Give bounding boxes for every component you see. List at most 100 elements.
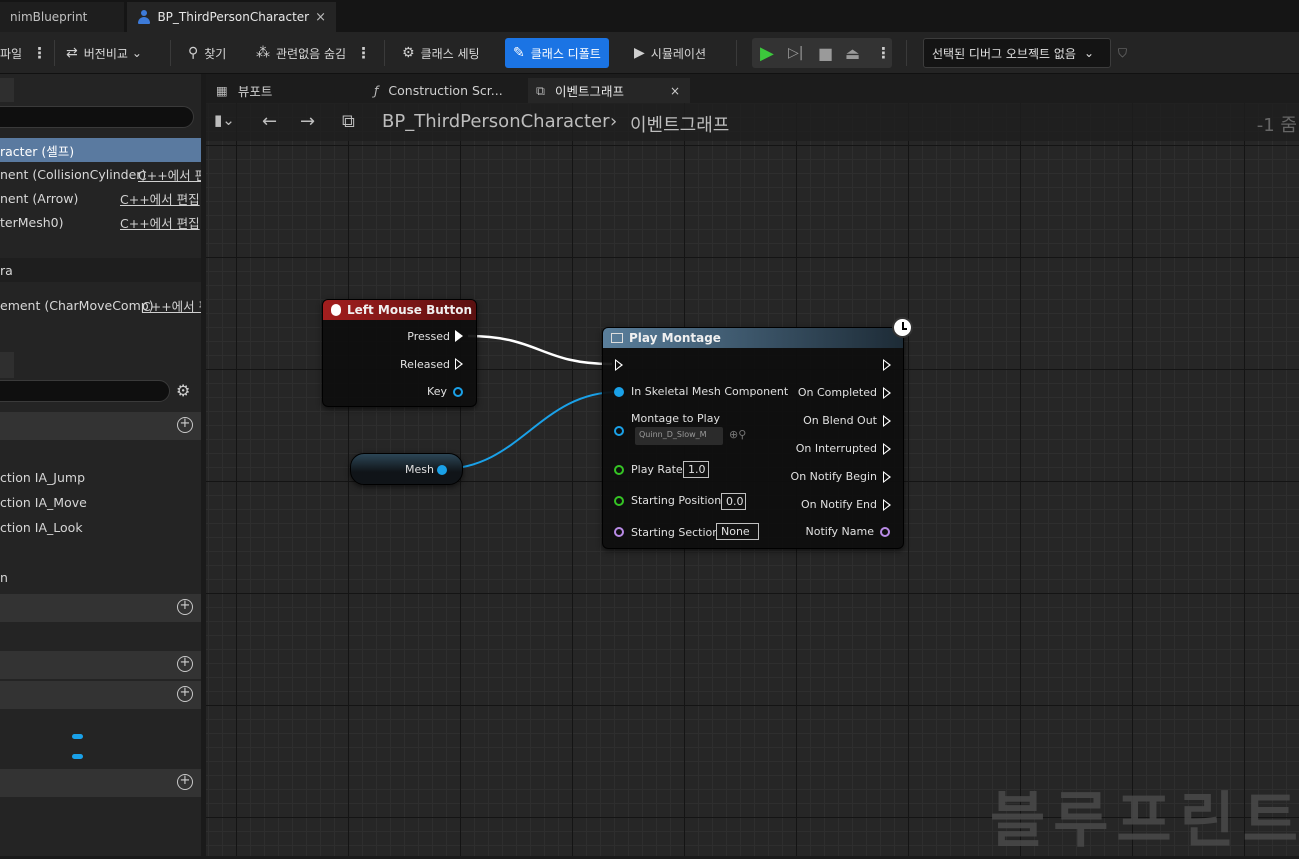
edit-in-cpp-link[interactable]: C++에서 편집: [120, 189, 200, 208]
montage-pin[interactable]: [614, 426, 624, 436]
component-label: ement (CharMoveComp): [0, 297, 154, 313]
hide-unrelated-button[interactable]: ⁂ 관련없음 숨김 ⋮: [256, 38, 371, 68]
component-row-camera[interactable]: ra: [0, 258, 201, 282]
tab-construction-script[interactable]: ƒ Construction Scr...: [366, 78, 511, 103]
pin-label-starting-section: Starting Section: [631, 526, 720, 539]
add-icon[interactable]: +: [177, 774, 193, 790]
tab-label: Construction Scr...: [388, 83, 503, 98]
left-mouse-button-event-node[interactable]: Left Mouse Button Pressed Released Key: [322, 299, 477, 407]
add-icon[interactable]: +: [177, 656, 193, 672]
component-row-capsule[interactable]: nent (CollisionCylinder) C++에서 편: [0, 162, 201, 186]
eject-icon[interactable]: ⏏: [845, 38, 860, 68]
step-icon[interactable]: ▷|: [788, 38, 803, 68]
montage-asset-value: Quinn_D_Slow_M: [639, 430, 707, 439]
montage-asset-combo[interactable]: Quinn_D_Slow_M: [635, 427, 723, 445]
edit-in-cpp-link[interactable]: C++에서 편: [142, 296, 201, 315]
functions-category[interactable]: +: [0, 594, 201, 622]
stop-icon[interactable]: ■: [818, 38, 833, 68]
pin-label-on-completed: On Completed: [797, 386, 877, 399]
breadcrumb-blueprint[interactable]: BP_ThirdPersonCharacter: [382, 111, 609, 132]
tab-anim-blueprint[interactable]: nimBlueprint: [0, 2, 124, 32]
exec-pin-on-interrupted[interactable]: [883, 443, 891, 455]
play-rate-pin[interactable]: [614, 465, 624, 475]
graphs-category[interactable]: +: [0, 412, 201, 440]
close-icon[interactable]: ×: [315, 10, 326, 25]
simulation-button[interactable]: ▶ 시뮬레이션: [634, 38, 706, 68]
class-defaults-label: 클래스 디폴트: [530, 46, 601, 61]
chevron-down-icon: ⌄: [131, 46, 142, 60]
back-arrow-icon[interactable]: ←: [262, 111, 277, 132]
play-montage-node[interactable]: Play Montage In Skeletal Mesh Component …: [602, 327, 904, 549]
add-icon[interactable]: +: [177, 417, 193, 433]
gear-icon[interactable]: ⚙: [176, 381, 190, 400]
key-pin[interactable]: [453, 387, 463, 397]
starting-section-input[interactable]: None: [716, 523, 759, 540]
chevron-right-icon: ›: [610, 111, 618, 132]
graph-breadcrumb-bar: ▮⌄ ← → ⧉ BP_ThirdPersonCharacter › 이벤트그래…: [206, 103, 1299, 141]
debug-object-select[interactable]: 선택된 디버그 오브젝트 없음 ⌄: [923, 38, 1111, 68]
kebab-icon[interactable]: ⋮: [356, 44, 371, 62]
add-icon[interactable]: +: [177, 599, 193, 615]
debug-filter-icon[interactable]: ⛉: [1118, 38, 1127, 68]
component-row-mesh[interactable]: terMesh0) C++에서 편집: [0, 210, 201, 234]
tab-bp-third-person-character[interactable]: BP_ThirdPersonCharacter ×: [127, 2, 336, 32]
edit-in-cpp-link[interactable]: C++에서 편집: [120, 213, 200, 232]
macros-category[interactable]: +: [0, 651, 201, 679]
exec-pin-on-blend-out[interactable]: [883, 415, 891, 427]
notify-name-pin[interactable]: [880, 527, 890, 537]
play-options-kebab[interactable]: ⋮: [876, 38, 891, 68]
input-action-look[interactable]: ction IA_Look: [0, 520, 83, 535]
skeletal-mesh-pin[interactable]: [614, 387, 624, 397]
class-settings-button[interactable]: ⚙ 클래스 세팅: [402, 38, 480, 68]
tab-label: 뷰포트: [237, 84, 273, 99]
play-icon[interactable]: ▶: [760, 38, 774, 68]
exec-input-pin[interactable]: [615, 359, 623, 371]
component-row-movement[interactable]: ement (CharMoveComp) C++에서 편: [0, 293, 201, 317]
components-tab[interactable]: [0, 78, 14, 102]
exec-pin-released[interactable]: [455, 358, 463, 370]
tab-viewport[interactable]: ▦ 뷰포트: [208, 78, 280, 103]
components-search-input[interactable]: [0, 106, 194, 128]
starting-position-input[interactable]: 0.0: [721, 493, 746, 510]
play-rate-input[interactable]: 1.0: [683, 461, 709, 478]
diff-label: 버전비교: [83, 46, 128, 61]
exec-pin-on-notify-end[interactable]: [883, 499, 891, 511]
edit-in-cpp-link[interactable]: C++에서 편: [138, 165, 201, 184]
graph-item[interactable]: n: [0, 570, 8, 585]
mesh-variable-node[interactable]: Mesh: [350, 453, 463, 485]
exec-pin-on-completed[interactable]: [883, 387, 891, 399]
forward-arrow-icon[interactable]: →: [300, 111, 315, 132]
starting-section-pin[interactable]: [614, 527, 624, 537]
browse-icon[interactable]: ⊕⚲: [729, 428, 746, 441]
exec-pin-pressed[interactable]: [455, 330, 463, 342]
simulation-icon: ▶: [634, 45, 645, 61]
starting-position-pin[interactable]: [614, 496, 624, 506]
tab-event-graph[interactable]: ⧉ 이벤트그래프 ×: [528, 78, 690, 103]
pin-label-play-rate: Play Rate: [631, 463, 683, 476]
breadcrumb-graph[interactable]: 이벤트그래프: [630, 111, 729, 137]
pin-label-starting-position: Starting Position: [631, 494, 722, 507]
event-dispatchers-category[interactable]: +: [0, 769, 201, 797]
find-button[interactable]: ⚲ 찾기: [188, 38, 226, 68]
component-label: ra: [0, 262, 13, 278]
my-blueprint-tab[interactable]: [0, 352, 14, 378]
component-row-self[interactable]: racter (셀프): [0, 138, 201, 162]
mesh-output-pin[interactable]: [437, 465, 447, 475]
exec-output-pin[interactable]: [883, 359, 891, 371]
close-icon[interactable]: ×: [670, 84, 680, 98]
component-row-arrow[interactable]: nent (Arrow) C++에서 편집: [0, 186, 201, 210]
input-action-jump[interactable]: ction IA_Jump: [0, 470, 85, 485]
diff-button[interactable]: ⇄ 버전비교 ⌄: [66, 38, 142, 68]
variables-category[interactable]: +: [0, 681, 201, 709]
graph-icon: ⧉: [342, 111, 355, 132]
exec-pin-on-notify-begin[interactable]: [883, 471, 891, 483]
file-menu-button[interactable]: 파일 ⋮: [0, 38, 47, 68]
my-blueprint-search-input[interactable]: [0, 380, 170, 402]
add-icon[interactable]: +: [177, 686, 193, 702]
class-defaults-button[interactable]: ✎ 클래스 디폴트: [505, 38, 609, 68]
simulation-label: 시뮬레이션: [650, 46, 706, 61]
bookmark-icon[interactable]: ▮⌄: [214, 111, 235, 129]
input-action-move[interactable]: ction IA_Move: [0, 495, 87, 510]
character-icon: [137, 10, 151, 24]
kebab-icon[interactable]: ⋮: [32, 44, 47, 62]
